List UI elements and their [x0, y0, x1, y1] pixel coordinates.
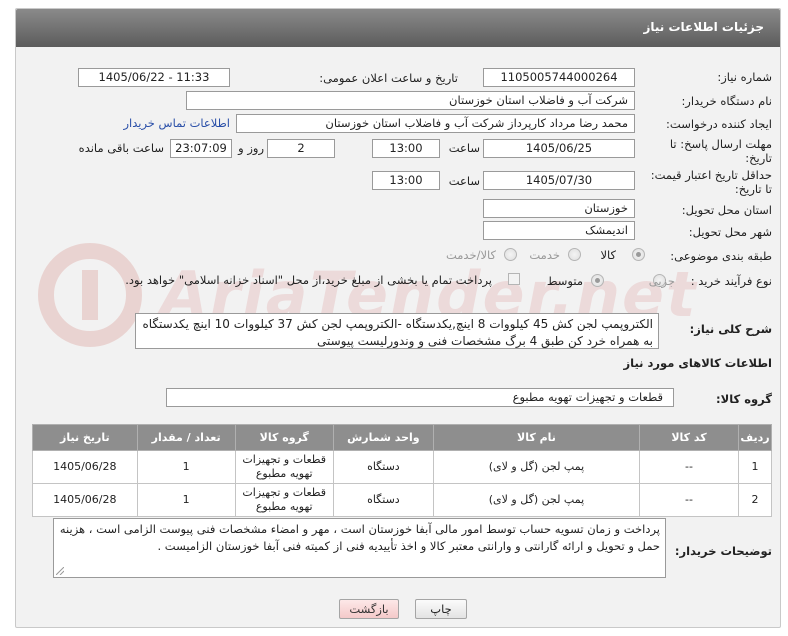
description-label: شرح کلی نیاز:: [689, 322, 772, 336]
city-field: اندیمشک: [483, 221, 635, 240]
buyer-org-field: شرکت آب و فاضلاب استان خوزستان: [186, 91, 635, 110]
creator-field: محمد رضا مرداد کارپرداز شرکت آب و فاضلاب…: [236, 114, 635, 133]
goods-section-title: اطلاعات کالاهای مورد نیاز: [623, 356, 772, 370]
col-qty: تعداد / مقدار: [136, 424, 236, 451]
category-goods-label: کالا: [600, 248, 616, 262]
table-row: 1 -- پمپ لجن (گل و لای) دستگاه قطعات و ت…: [32, 450, 772, 484]
buyer-org-label: نام دستگاه خریدار:: [681, 94, 772, 108]
cell-group-line1: قطعات و تجهیزات: [242, 486, 327, 499]
category-radio-goods-service[interactable]: [504, 248, 517, 261]
deadline-time-field: 13:00: [372, 139, 440, 158]
buyer-notes-label: توضیحات خریدار:: [674, 544, 772, 558]
cell-date: 1405/06/28: [32, 483, 138, 517]
announce-label: تاریخ و ساعت اعلان عمومی:: [319, 71, 458, 85]
col-row: ردیف: [738, 424, 772, 451]
goods-group-label: گروه کالا:: [716, 392, 772, 406]
goods-table-header: ردیف کد کالا نام کالا واحد شمارش گروه کا…: [32, 424, 772, 451]
validity-time-field: 13:00: [372, 171, 440, 190]
cell-code: --: [638, 450, 740, 484]
validity-time-label: ساعت: [448, 174, 480, 188]
remaining-time-label: ساعت باقی مانده: [78, 141, 164, 155]
purchase-minor-label: جزیی: [648, 274, 675, 288]
resize-grip-icon[interactable]: [56, 567, 64, 575]
col-code: کد کالا: [638, 424, 740, 451]
days-remaining-field: 2: [267, 139, 335, 158]
cell-qty: 1: [136, 483, 236, 517]
back-button[interactable]: بازگشت: [339, 599, 399, 619]
deadline-date-field: 1405/06/25: [483, 139, 635, 158]
announce-field: 1405/06/22 - 11:33: [78, 68, 230, 87]
payment-note: پرداخت تمام یا بخشی از مبلغ خرید،از محل …: [125, 273, 492, 287]
col-date: تاریخ نیاز: [32, 424, 138, 451]
cell-group-line2: تهویه مطبوع: [255, 500, 313, 513]
validity-date-field: 1405/07/30: [483, 171, 635, 190]
print-button[interactable]: چاپ: [415, 599, 467, 619]
purchase-medium-label: متوسط: [546, 274, 583, 288]
validity-label-date: تا تاریخ:: [734, 182, 772, 196]
city-label: شهر محل تحویل:: [688, 225, 772, 239]
cell-group-line1: قطعات و تجهیزات: [242, 453, 327, 466]
table-row: 2 -- پمپ لجن (گل و لای) دستگاه قطعات و ت…: [32, 483, 772, 517]
payment-checkbox[interactable]: [508, 273, 520, 285]
cell-row: 2: [738, 483, 772, 517]
cell-date: 1405/06/28: [32, 450, 138, 484]
cell-group: قطعات و تجهیزات تهویه مطبوع: [234, 483, 334, 517]
category-service-label: خدمت: [529, 248, 560, 262]
col-name: نام کالا: [433, 424, 640, 451]
category-radio-goods[interactable]: [632, 248, 645, 261]
cell-unit: دستگاه: [332, 483, 435, 517]
validity-label: حداقل تاریخ اعتبار قیمت:: [650, 168, 772, 182]
buyer-contact-link[interactable]: اطلاعات تماس خریدار: [123, 116, 230, 130]
cell-name: پمپ لجن (گل و لای): [433, 450, 640, 484]
purchase-radio-medium[interactable]: [591, 274, 604, 287]
cell-qty: 1: [136, 450, 236, 484]
cell-row: 1: [738, 450, 772, 484]
page: جزئیات اطلاعات نیاز AriaTender.net شماره…: [0, 0, 788, 636]
cell-group-line2: تهویه مطبوع: [255, 467, 313, 480]
panel-header: جزئیات اطلاعات نیاز: [16, 9, 780, 47]
buyer-notes-box[interactable]: پرداخت و زمان تسویه حساب توسط امور مالی …: [53, 518, 666, 578]
cell-code: --: [638, 483, 740, 517]
category-goods-service-label: کالا/خدمت: [445, 248, 496, 262]
category-label: طبقه بندی موضوعی:: [670, 249, 772, 263]
remaining-time-field: 23:07:09: [170, 139, 232, 158]
creator-label: ایجاد کننده درخواست:: [666, 117, 772, 131]
description-box[interactable]: الکتروپمپ لجن کش 45 کیلووات 8 اینچ,یکدست…: [135, 313, 659, 349]
category-radio-service[interactable]: [568, 248, 581, 261]
col-unit: واحد شمارش: [332, 424, 435, 451]
deadline-label-date: تاریخ:: [745, 151, 772, 165]
days-label: روز و: [238, 141, 264, 155]
col-group: گروه کالا: [234, 424, 334, 451]
cell-unit: دستگاه: [332, 450, 435, 484]
province-label: استان محل تحویل:: [681, 203, 772, 217]
deadline-time-label: ساعت: [448, 141, 480, 155]
goods-table: ردیف کد کالا نام کالا واحد شمارش گروه کا…: [32, 424, 772, 517]
panel-title: جزئیات اطلاعات نیاز: [643, 20, 764, 34]
need-number-field: 1105005744000264: [483, 68, 635, 87]
province-field: خوزستان: [483, 199, 635, 218]
need-number-label: شماره نیاز:: [717, 70, 772, 84]
goods-group-field: قطعات و تجهیزات تهویه مطبوع: [166, 388, 674, 407]
deadline-label: مهلت ارسال پاسخ: تا: [669, 137, 772, 151]
purchase-type-label: نوع فرآیند خرید :: [690, 274, 772, 288]
cell-name: پمپ لجن (گل و لای): [433, 483, 640, 517]
cell-group: قطعات و تجهیزات تهویه مطبوع: [234, 450, 334, 484]
